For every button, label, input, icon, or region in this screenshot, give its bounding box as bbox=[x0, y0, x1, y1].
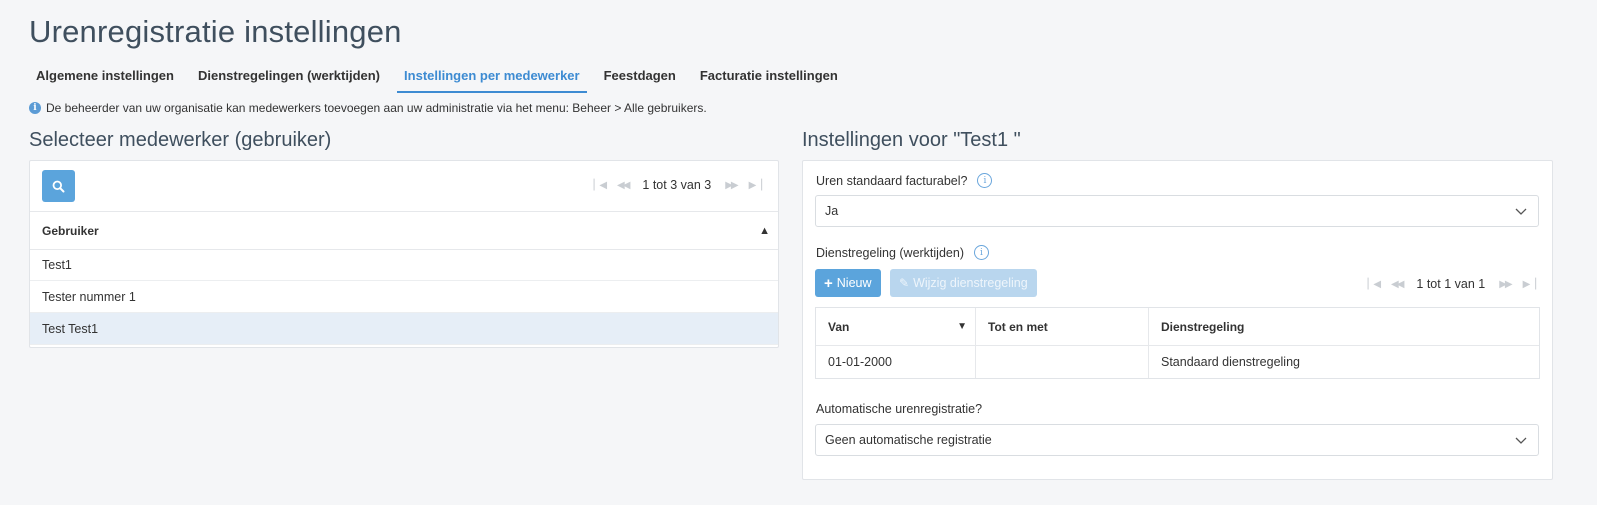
auto-label: Automatische urenregistratie? bbox=[816, 402, 982, 416]
billable-label: Uren standaard facturabel? i bbox=[816, 173, 993, 188]
schedule-label-text: Dienstregeling (werktijden) bbox=[816, 245, 964, 260]
auto-value: Geen automatische registratie bbox=[825, 433, 992, 447]
info-message: i De beheerder van uw organisatie kan me… bbox=[29, 101, 707, 115]
page-title: Urenregistratie instellingen bbox=[29, 14, 402, 49]
pager-text: 1 tot 3 van 3 bbox=[642, 178, 712, 192]
settings-title: Instellingen voor "Test1 " bbox=[802, 129, 1021, 151]
table-row[interactable]: Tester nummer 1 bbox=[30, 281, 778, 313]
employee-grid: ▏◀ ◀◀ 1 tot 3 van 3 ▶▶ ▶▕ Gebruiker ▲ Te… bbox=[29, 160, 779, 348]
tab-holidays[interactable]: Feestdagen bbox=[597, 62, 683, 93]
edit-icon: ✎ bbox=[899, 276, 910, 290]
tab-schedules[interactable]: Dienstregelingen (werktijden) bbox=[191, 62, 387, 93]
grid-header[interactable]: Gebruiker ▲ bbox=[30, 211, 778, 250]
sort-asc-icon[interactable]: ▲ bbox=[759, 225, 770, 237]
schedule-label: Dienstregeling (werktijden) i bbox=[816, 245, 989, 260]
column-to[interactable]: Tot en met bbox=[976, 308, 1149, 345]
billable-label-text: Uren standaard facturabel? bbox=[816, 173, 968, 188]
chevron-down-icon bbox=[1515, 208, 1527, 215]
sort-desc-icon[interactable]: ▼ bbox=[957, 321, 967, 332]
user-name: Test1 bbox=[42, 257, 72, 272]
select-employee-title: Selecteer medewerker (gebruiker) bbox=[29, 129, 332, 151]
user-name: Test Test1 bbox=[42, 321, 99, 336]
billable-value: Ja bbox=[825, 204, 839, 218]
last-page-icon[interactable]: ▶▕ bbox=[1523, 279, 1536, 290]
next-page-icon[interactable]: ▶▶ bbox=[1499, 279, 1512, 290]
first-page-icon[interactable]: ▏◀ bbox=[1368, 279, 1381, 290]
cell-schedule[interactable]: Standaard dienstregeling bbox=[1149, 346, 1539, 378]
table-row-selected[interactable]: Test Test1 bbox=[30, 313, 778, 345]
auto-label-text: Automatische urenregistratie? bbox=[816, 402, 983, 416]
first-page-icon[interactable]: ▏◀ bbox=[594, 180, 607, 191]
schedule-table: Van ▼ Tot en met Dienstregeling 01-01-20… bbox=[815, 307, 1540, 379]
next-page-icon[interactable]: ▶▶ bbox=[725, 180, 738, 191]
search-icon bbox=[52, 180, 65, 192]
prev-page-icon[interactable]: ◀◀ bbox=[617, 180, 630, 191]
schedule-pager: ▏◀ ◀◀ 1 tot 1 van 1 ▶▶ ▶▕ bbox=[1362, 277, 1540, 291]
tab-employee-settings[interactable]: Instellingen per medewerker bbox=[397, 62, 587, 93]
user-name: Tester nummer 1 bbox=[42, 289, 136, 304]
cell-from[interactable]: 01-01-2000 bbox=[816, 346, 976, 378]
chevron-down-icon bbox=[1515, 437, 1527, 444]
new-schedule-button[interactable]: + Nieuw bbox=[815, 269, 881, 297]
info-text: De beheerder van uw organisatie kan mede… bbox=[46, 101, 707, 115]
edit-button-label: Wijzig dienstregeling bbox=[913, 276, 1028, 290]
billable-select[interactable]: Ja bbox=[815, 195, 1539, 227]
search-button[interactable] bbox=[42, 170, 75, 202]
info-circle-icon[interactable]: i bbox=[977, 173, 993, 188]
tab-bar: Algemene instellingen Dienstregelingen (… bbox=[29, 62, 855, 93]
tab-billing-settings[interactable]: Facturatie instellingen bbox=[693, 62, 845, 93]
settings-panel: Uren standaard facturabel? i Ja Dienstre… bbox=[802, 160, 1553, 480]
plus-icon: + bbox=[824, 274, 833, 292]
column-from[interactable]: Van ▼ bbox=[816, 308, 976, 345]
column-user[interactable]: Gebruiker bbox=[30, 224, 99, 238]
cell-to[interactable] bbox=[976, 346, 1149, 378]
table-row[interactable]: Test1 bbox=[30, 249, 778, 281]
column-from-label: Van bbox=[828, 319, 850, 334]
new-button-label: Nieuw bbox=[836, 276, 872, 290]
prev-page-icon[interactable]: ◀◀ bbox=[1391, 279, 1404, 290]
last-page-icon[interactable]: ▶▕ bbox=[749, 180, 762, 191]
edit-schedule-button[interactable]: ✎ Wijzig dienstregeling bbox=[890, 269, 1037, 297]
info-circle-icon[interactable]: i bbox=[973, 245, 989, 260]
tab-general-settings[interactable]: Algemene instellingen bbox=[29, 62, 181, 93]
employee-pager: ▏◀ ◀◀ 1 tot 3 van 3 ▶▶ ▶▕ bbox=[588, 178, 766, 192]
pager-text: 1 tot 1 van 1 bbox=[1416, 277, 1486, 291]
column-schedule[interactable]: Dienstregeling bbox=[1149, 308, 1539, 345]
auto-registration-select[interactable]: Geen automatische registratie bbox=[815, 424, 1539, 456]
info-icon: i bbox=[29, 102, 41, 114]
